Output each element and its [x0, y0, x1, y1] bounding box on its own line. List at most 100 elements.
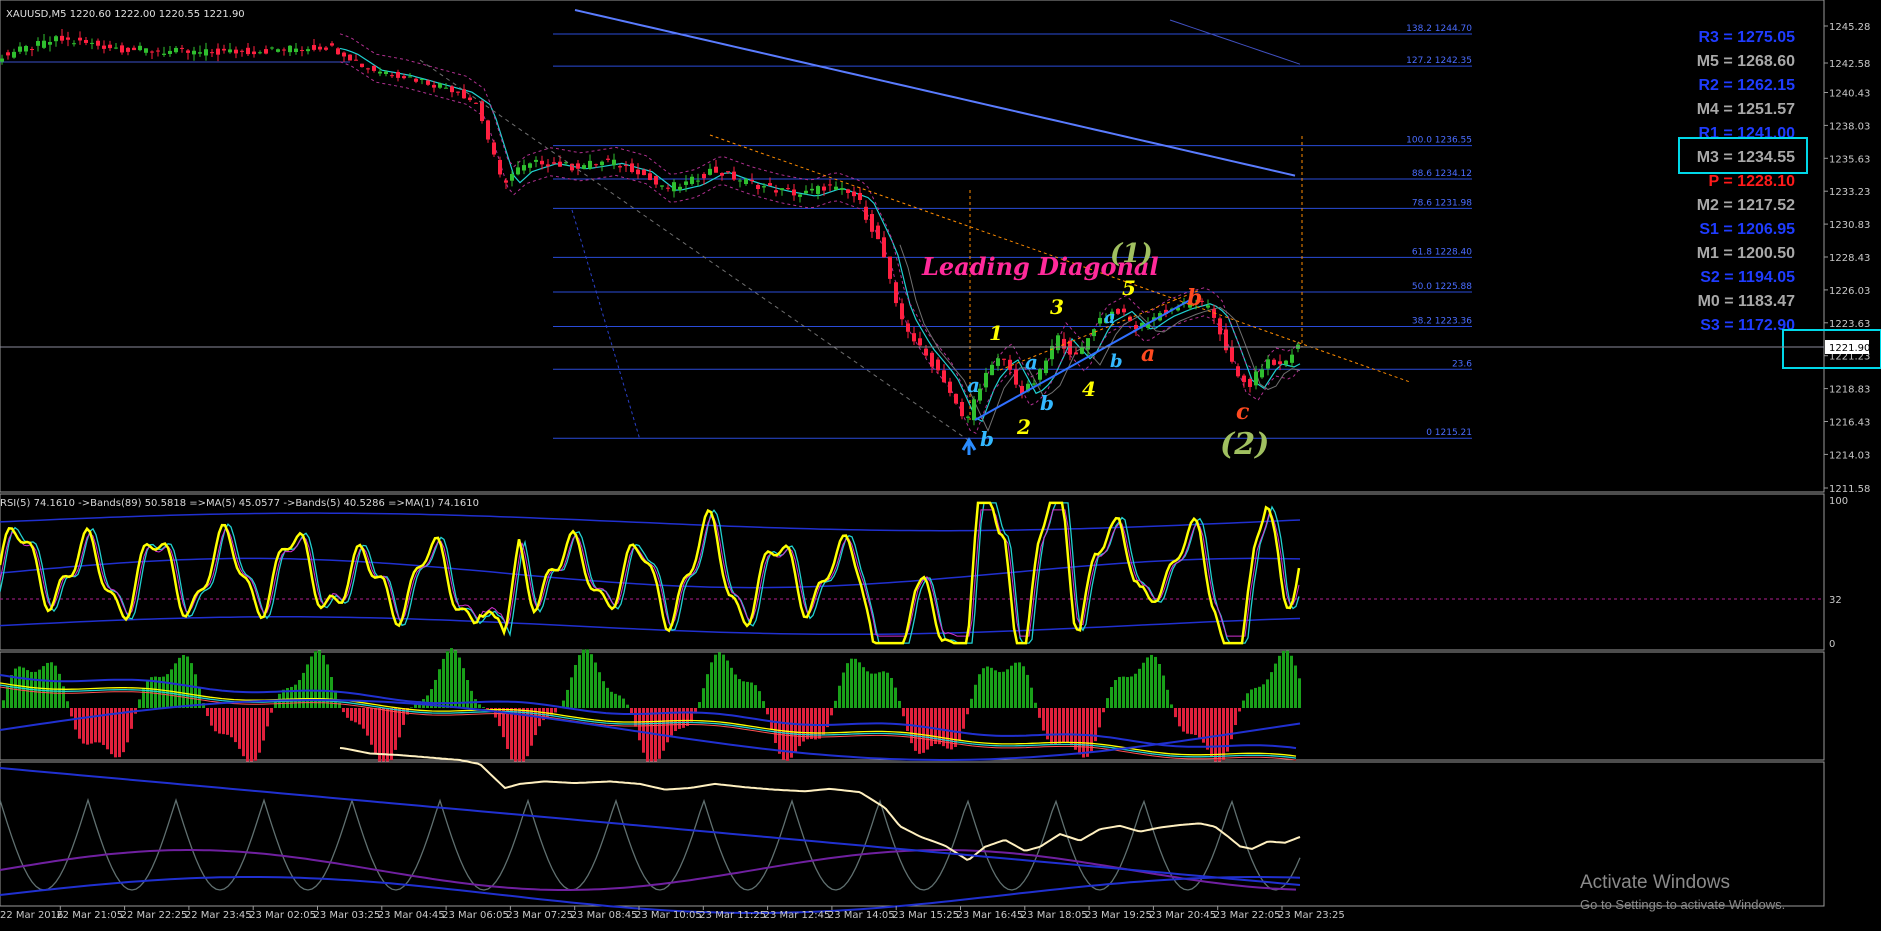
trading-chart[interactable]: XAUUSD,M5 1220.60 1222.00 1220.55 1221.9… [0, 0, 1881, 931]
candle-body [1050, 345, 1054, 360]
histogram-bar [82, 708, 85, 744]
histogram-bar [230, 708, 233, 738]
candle-body [792, 189, 796, 196]
histogram-bar [1050, 708, 1053, 744]
histogram-bar [738, 679, 741, 708]
histogram-bar [46, 662, 49, 708]
pivot-label: M1 = 1200.50 [1697, 245, 1795, 262]
candle-body [822, 186, 826, 191]
time-tick-label: 23 Mar 16:45 [957, 910, 1024, 921]
candle-body [150, 51, 154, 53]
candle-body [900, 303, 904, 320]
fib-label: 138.2 1244.70 [1406, 24, 1472, 34]
histogram-bar [706, 674, 709, 708]
candle-body [48, 41, 52, 45]
current-price-label: 1221.90 [1829, 343, 1870, 354]
histogram-bar [382, 708, 385, 767]
candle-body [1014, 369, 1018, 385]
histogram-bar [918, 708, 921, 754]
histogram-bar [894, 687, 897, 708]
histogram-bar [474, 699, 477, 708]
histogram-bar [1186, 708, 1189, 734]
candle-body [102, 45, 106, 49]
histogram-bar [138, 699, 141, 708]
histogram-bar [1130, 676, 1133, 708]
histogram-bar [882, 671, 885, 708]
histogram-bar [842, 672, 845, 708]
price-tick-label: 1214.03 [1829, 450, 1870, 461]
candle-body [648, 173, 652, 181]
candle-body [300, 50, 304, 52]
candle-body [924, 348, 928, 356]
candle-body [468, 97, 472, 101]
candle-body [372, 65, 376, 71]
histogram-bar [582, 649, 585, 708]
histogram-bar [1194, 708, 1197, 735]
candle-body [456, 91, 460, 93]
histogram-bar [390, 708, 393, 761]
histogram-bar [610, 691, 613, 708]
histogram-bar [1190, 708, 1193, 735]
histogram-bar [358, 708, 361, 725]
candle-body [426, 80, 430, 85]
candle-body [570, 163, 574, 171]
candle-body [1116, 308, 1120, 314]
histogram-panel[interactable] [0, 648, 1825, 768]
candle-body [1038, 369, 1042, 380]
time-tick-label: 23 Mar 19:25 [1085, 910, 1152, 921]
histogram-bar [1006, 669, 1009, 708]
candle-body [966, 416, 970, 418]
histogram-bar [994, 670, 997, 708]
rsi-panel[interactable]: RSI(5) 74.1610 ->Bands(89) 50.5818 =>MA(… [0, 493, 1848, 651]
histogram-bar [1250, 689, 1253, 708]
histogram-bar [466, 680, 469, 708]
candle-body [690, 176, 694, 184]
candle-body [918, 338, 922, 346]
oscillator-panel[interactable] [0, 747, 1825, 914]
candle-body [678, 186, 682, 191]
candle-body [210, 52, 214, 54]
histogram-bar [786, 708, 789, 761]
activate-windows-title: Activate Windows [1580, 872, 1730, 893]
histogram-bar [674, 708, 677, 732]
histogram-bar [1138, 668, 1141, 708]
histogram-bar [1114, 680, 1117, 708]
histogram-bar [1042, 708, 1045, 731]
candle-body [582, 165, 586, 169]
candle-body [828, 184, 832, 186]
histogram-bar [770, 708, 773, 730]
candle-body [492, 142, 496, 155]
histogram-bar [178, 657, 181, 708]
histogram-bar [1246, 693, 1249, 708]
histogram-bar [218, 708, 221, 734]
pivot-label: S3 = 1172.90 [1700, 317, 1795, 334]
histogram-bar [758, 691, 761, 708]
histogram-bar [718, 652, 721, 708]
histogram-bar [978, 674, 981, 708]
histogram-bar [50, 662, 53, 708]
price-panel[interactable]: XAUUSD,M5 1220.60 1222.00 1220.55 1221.9… [0, 0, 1881, 495]
candle-body [222, 48, 226, 51]
fib-label: 78.6 1231.98 [1412, 198, 1472, 208]
candle-body [480, 101, 484, 122]
candle-body [1080, 347, 1084, 354]
candle-body [42, 40, 46, 48]
histogram-bar [850, 658, 853, 708]
histogram-bar [774, 708, 777, 743]
histogram-bar [890, 677, 893, 708]
candle-body [246, 47, 250, 55]
fib-label: 23.6 [1452, 359, 1472, 369]
candle-body [810, 188, 814, 191]
candle-body [66, 37, 70, 40]
histogram-bar [306, 664, 309, 708]
rsi-tick-100: 100 [1829, 496, 1848, 507]
histogram-bar [1110, 687, 1113, 708]
candle-body [744, 179, 748, 185]
wave-sub-5: 5 [1122, 276, 1136, 300]
histogram-bar [1074, 708, 1077, 750]
time-tick-label: 22 Mar 2016 [0, 910, 63, 921]
candle-body [36, 41, 40, 46]
histogram-bar [702, 688, 705, 708]
histogram-bar [1178, 708, 1181, 727]
candle-body [312, 45, 316, 50]
